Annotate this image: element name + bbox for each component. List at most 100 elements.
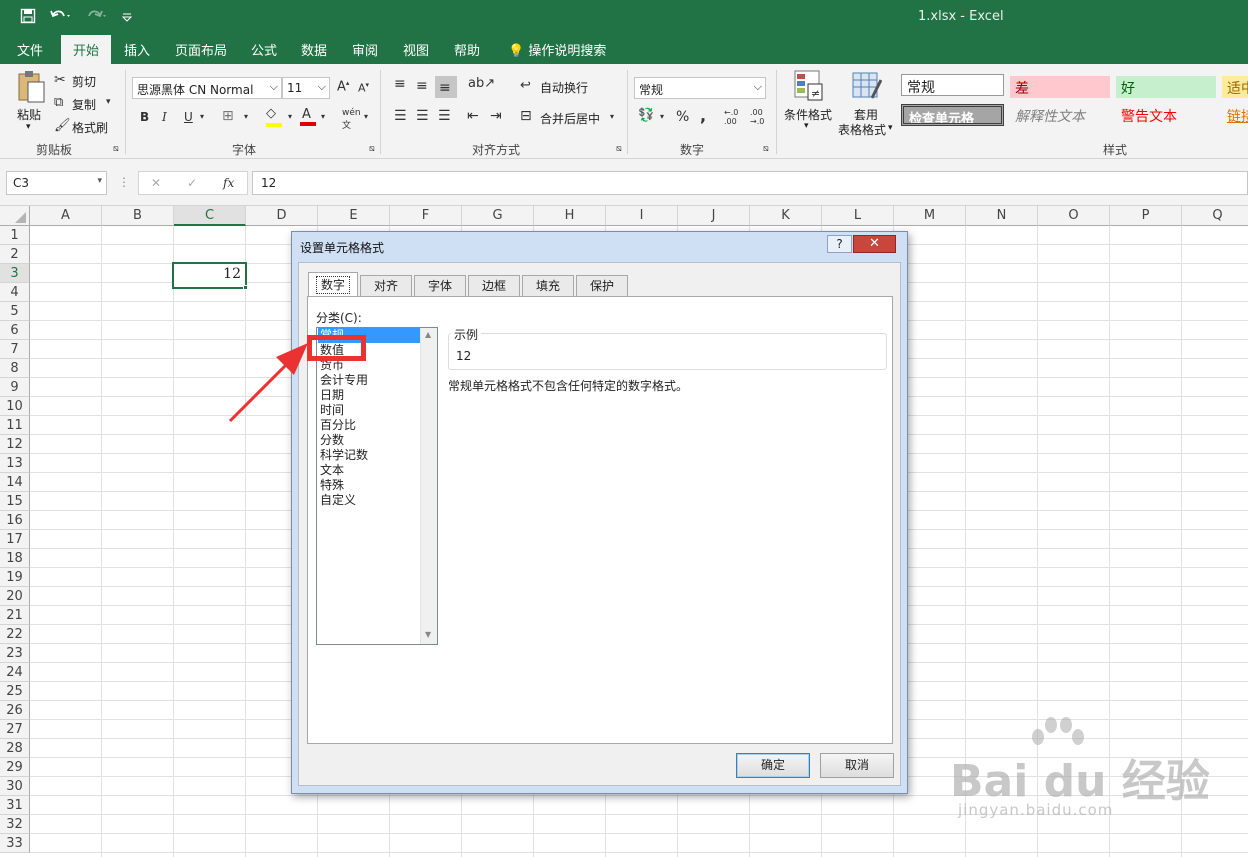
category-accounting[interactable]: 会计专用 xyxy=(320,373,368,388)
row-header-15[interactable]: 15 xyxy=(0,492,30,511)
font-size-select[interactable]: 11 ⌵ xyxy=(282,77,330,99)
column-header-d[interactable]: D xyxy=(246,206,318,226)
copy-button[interactable]: ⧉ 复制 ▾ xyxy=(54,95,116,113)
row-header-1[interactable]: 1 xyxy=(0,226,30,245)
tab-insert[interactable]: 插入 xyxy=(124,40,150,59)
tab-file[interactable]: 文件 xyxy=(17,40,43,59)
border-icon[interactable]: ⊞ xyxy=(222,108,234,124)
dialog-launcher-icon[interactable]: ⧅ xyxy=(369,144,375,154)
row-header-27[interactable]: 27 xyxy=(0,720,30,739)
tab-number[interactable]: 数字 xyxy=(308,272,358,297)
column-header-f[interactable]: F xyxy=(390,206,462,226)
row-header-3[interactable]: 3 xyxy=(0,264,30,283)
tab-page-layout[interactable]: 页面布局 xyxy=(175,40,227,59)
increase-decimal-button[interactable]: ←.0.00 xyxy=(724,108,746,126)
row-header-22[interactable]: 22 xyxy=(0,625,30,644)
row-header-6[interactable]: 6 xyxy=(0,321,30,340)
undo-icon[interactable] xyxy=(50,8,72,28)
style-normal[interactable]: 常规 xyxy=(901,74,1004,96)
save-icon[interactable] xyxy=(20,8,36,28)
increase-indent-icon[interactable]: ⇥ xyxy=(490,108,502,124)
category-fraction[interactable]: 分数 xyxy=(320,433,344,448)
close-button[interactable]: ✕ xyxy=(853,235,896,253)
name-box[interactable]: C3 ▾ xyxy=(6,171,107,195)
enter-icon[interactable]: ✓ xyxy=(187,176,197,190)
tab-fill[interactable]: 填充 xyxy=(522,275,574,296)
row-header-10[interactable]: 10 xyxy=(0,397,30,416)
row-header-18[interactable]: 18 xyxy=(0,549,30,568)
row-header-24[interactable]: 24 xyxy=(0,663,30,682)
tab-help[interactable]: 帮助 xyxy=(454,40,480,59)
style-good[interactable]: 好 xyxy=(1116,76,1216,98)
tab-alignment[interactable]: 对齐 xyxy=(360,275,412,296)
align-left-icon[interactable]: ☰ xyxy=(394,108,407,124)
category-time[interactable]: 时间 xyxy=(320,403,344,418)
row-header-29[interactable]: 29 xyxy=(0,758,30,777)
customize-qat-icon[interactable] xyxy=(121,10,133,26)
column-header-q[interactable]: Q xyxy=(1182,206,1248,226)
ok-button[interactable]: 确定 xyxy=(736,753,810,778)
decrease-decimal-button[interactable]: .00 →.0 xyxy=(750,108,772,126)
row-header-14[interactable]: 14 xyxy=(0,473,30,492)
row-header-4[interactable]: 4 xyxy=(0,283,30,302)
number-format-select[interactable]: 常规 ⌵ xyxy=(634,77,766,99)
font-name-select[interactable]: 思源黑体 CN Normal ⌵ xyxy=(132,77,282,99)
row-header-30[interactable]: 30 xyxy=(0,777,30,796)
column-header-m[interactable]: M xyxy=(894,206,966,226)
row-header-19[interactable]: 19 xyxy=(0,568,30,587)
style-warning[interactable]: 警告文本 xyxy=(1116,104,1216,126)
percent-button[interactable]: % xyxy=(676,109,689,125)
column-header-p[interactable]: P xyxy=(1110,206,1182,226)
cancel-button[interactable]: 取消 xyxy=(820,753,894,778)
column-header-n[interactable]: N xyxy=(966,206,1038,226)
style-link[interactable]: 链接 xyxy=(1222,104,1248,126)
column-header-i[interactable]: I xyxy=(606,206,678,226)
tab-data[interactable]: 数据 xyxy=(301,40,327,59)
category-scrollbar[interactable]: ▲ ▼ xyxy=(420,328,437,644)
column-header-e[interactable]: E xyxy=(318,206,390,226)
column-header-k[interactable]: K xyxy=(750,206,822,226)
row-header-12[interactable]: 12 xyxy=(0,435,30,454)
format-as-table-button[interactable]: 套用 表格格式 ▾ xyxy=(838,70,896,137)
italic-button[interactable]: I xyxy=(162,110,167,124)
style-bad[interactable]: 差 xyxy=(1010,76,1110,98)
grow-font-button[interactable]: A▴ xyxy=(337,79,349,94)
column-header-j[interactable]: J xyxy=(678,206,750,226)
column-header-l[interactable]: L xyxy=(822,206,894,226)
tab-review[interactable]: 审阅 xyxy=(352,40,378,59)
column-header-h[interactable]: H xyxy=(534,206,606,226)
row-header-11[interactable]: 11 xyxy=(0,416,30,435)
help-button[interactable]: ? xyxy=(827,235,852,253)
tab-border[interactable]: 边框 xyxy=(468,275,520,296)
row-header-31[interactable]: 31 xyxy=(0,796,30,815)
style-neutral[interactable]: 适中 xyxy=(1222,76,1248,98)
comma-button[interactable]: , xyxy=(700,106,706,125)
formula-input[interactable]: 12 xyxy=(252,171,1248,195)
category-text[interactable]: 文本 xyxy=(320,463,344,478)
category-percentage[interactable]: 百分比 xyxy=(320,418,356,433)
row-header-8[interactable]: 8 xyxy=(0,359,30,378)
column-header-g[interactable]: G xyxy=(462,206,534,226)
fill-color-button[interactable]: ◇ xyxy=(266,106,282,127)
redo-icon[interactable] xyxy=(86,8,108,28)
fill-handle[interactable] xyxy=(243,285,248,290)
align-middle-icon[interactable]: ≡ xyxy=(416,78,428,94)
align-bottom-button[interactable]: ≡ xyxy=(435,76,457,98)
tab-font[interactable]: 字体 xyxy=(414,275,466,296)
tab-view[interactable]: 视图 xyxy=(403,40,429,59)
tell-me-search[interactable]: 💡 操作说明搜索 xyxy=(508,40,606,59)
align-top-icon[interactable]: ≡ xyxy=(394,76,406,92)
category-list[interactable]: 常规 数值 货币 会计专用 日期 时间 百分比 分数 科学记数 文本 特殊 自定… xyxy=(316,327,438,645)
align-center-icon[interactable]: ☰ xyxy=(416,108,429,124)
chevron-down-icon[interactable]: ▾ xyxy=(364,112,368,121)
chevron-down-icon[interactable]: ▾ xyxy=(321,112,325,121)
row-header-17[interactable]: 17 xyxy=(0,530,30,549)
row-header-25[interactable]: 25 xyxy=(0,682,30,701)
chevron-down-icon[interactable]: ▾ xyxy=(288,112,292,121)
category-custom[interactable]: 自定义 xyxy=(320,493,356,508)
row-header-7[interactable]: 7 xyxy=(0,340,30,359)
conditional-format-button[interactable]: ≠ 条件格式 ▾ xyxy=(782,70,836,136)
row-header-33[interactable]: 33 xyxy=(0,834,30,853)
chevron-down-icon[interactable]: ▾ xyxy=(660,112,664,121)
row-header-9[interactable]: 9 xyxy=(0,378,30,397)
